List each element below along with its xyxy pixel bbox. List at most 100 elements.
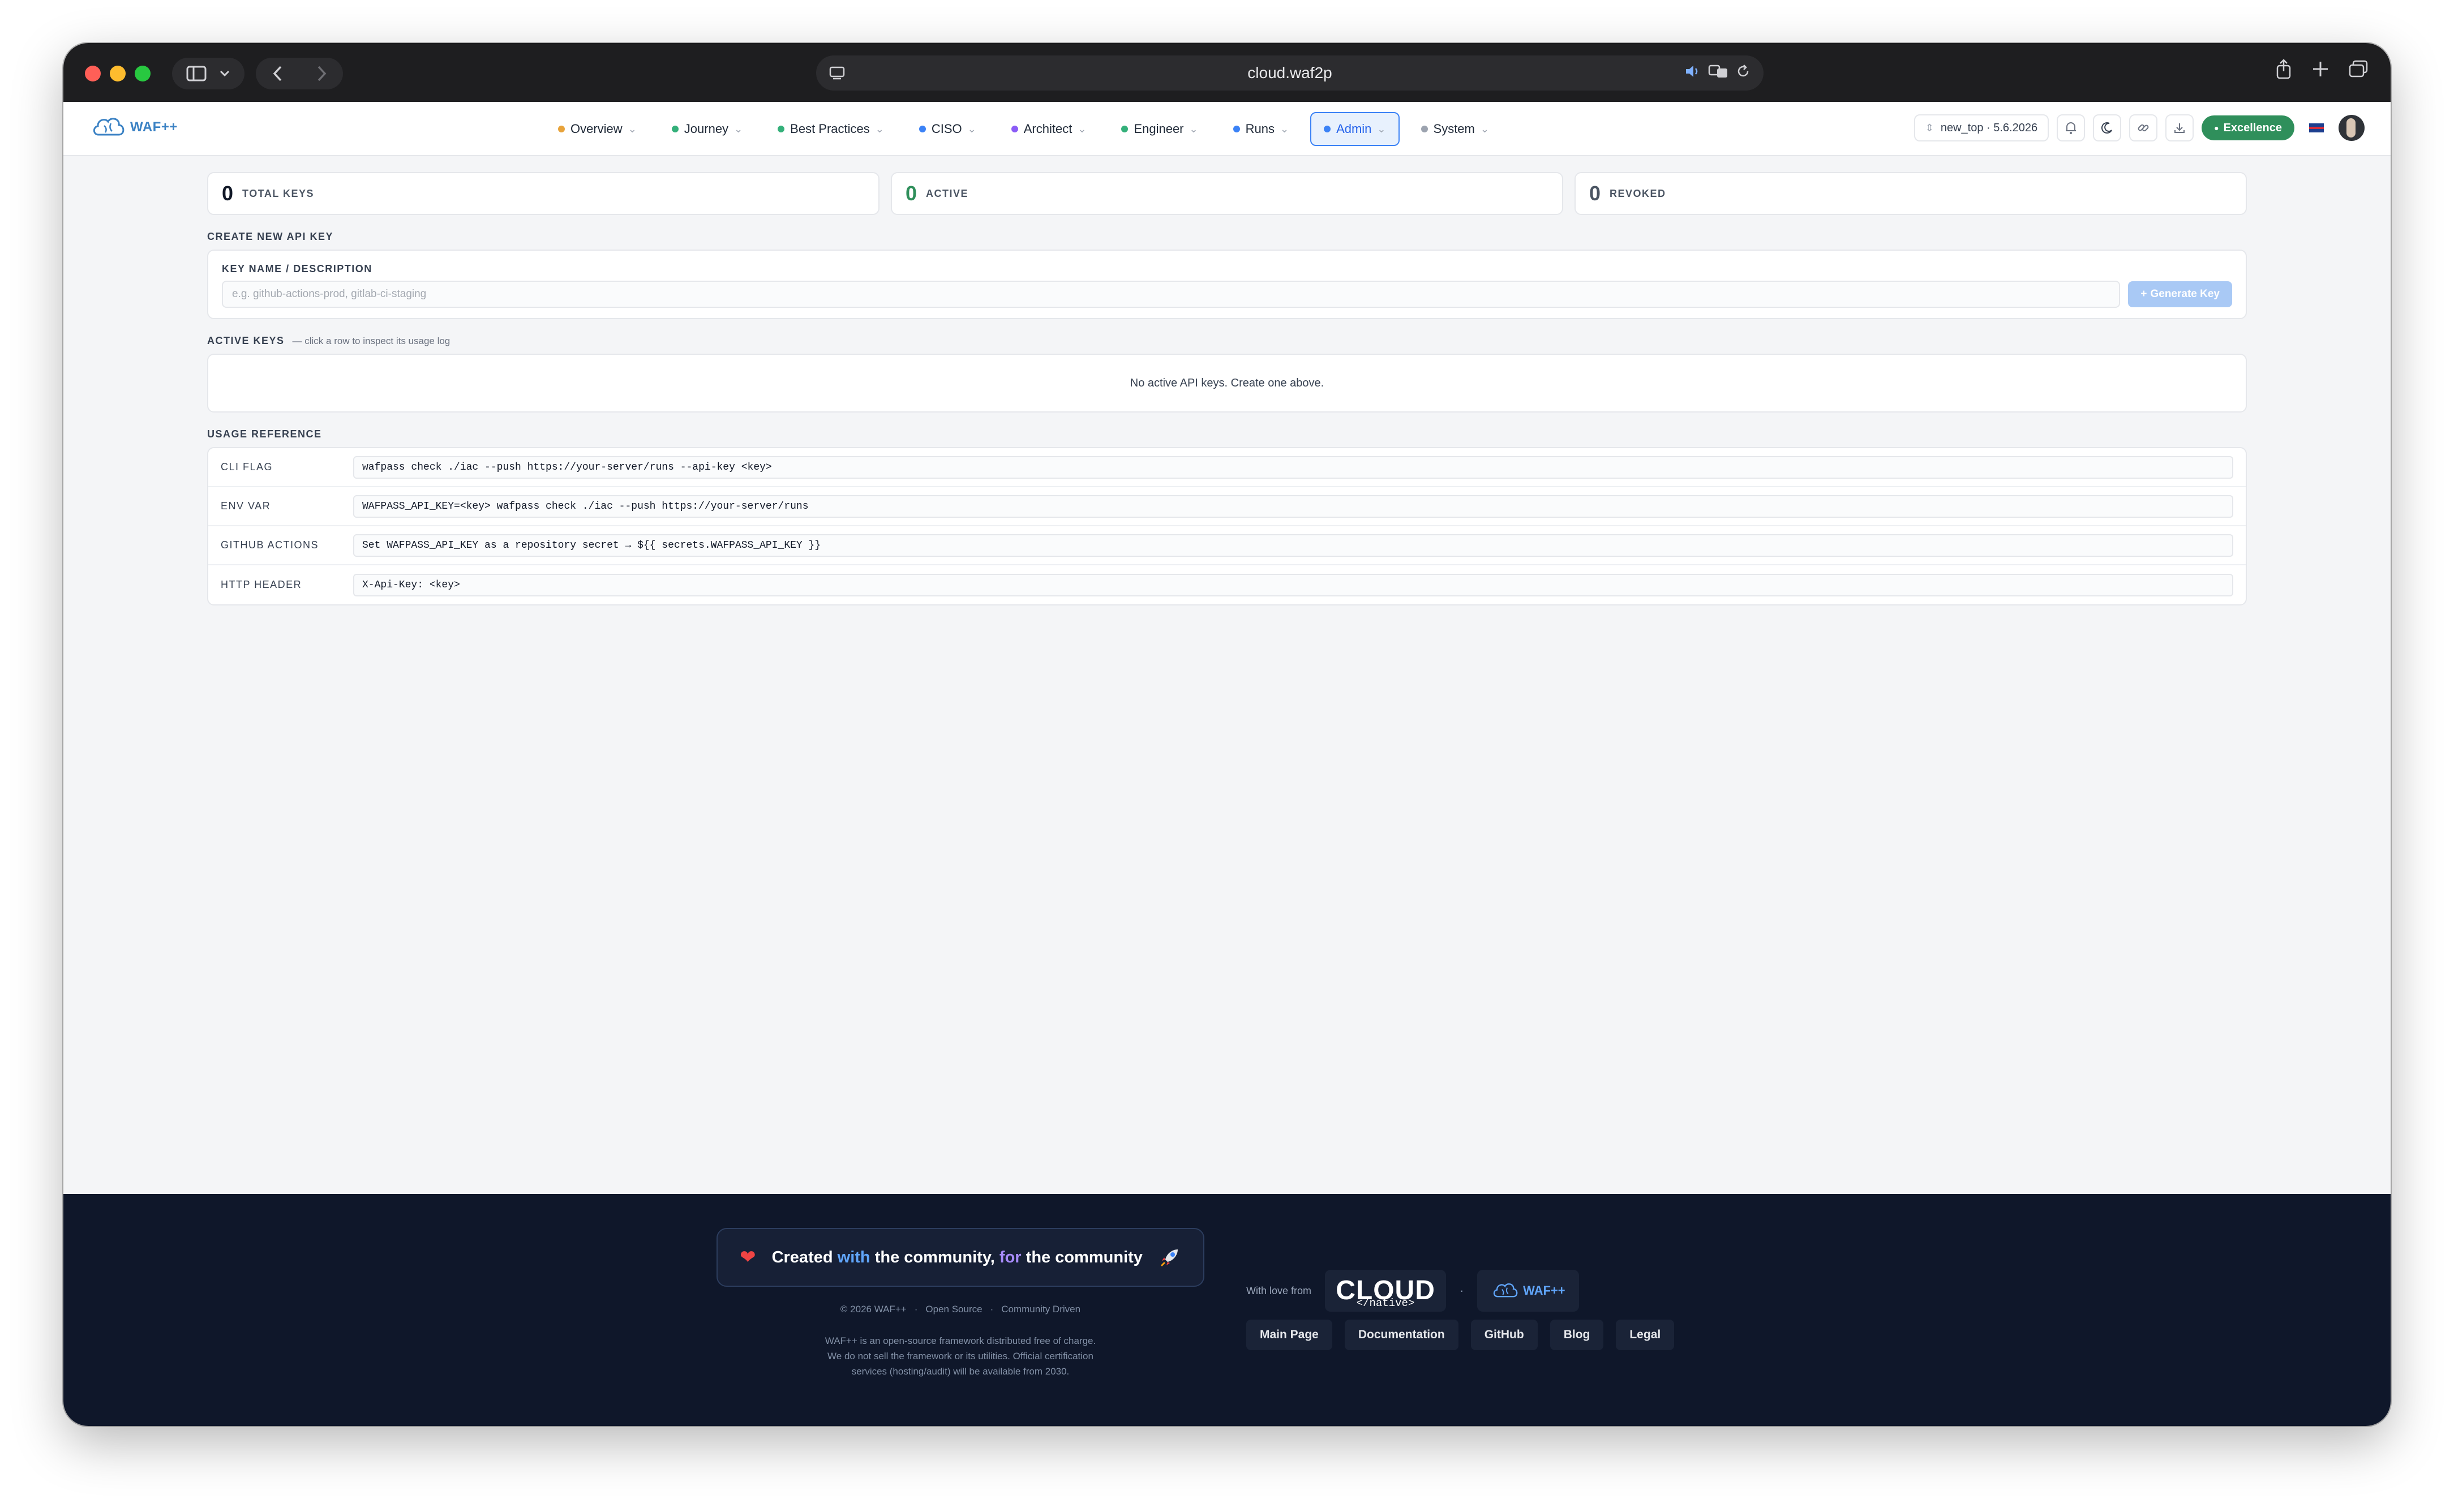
- usage-snippet[interactable]: WAFPASS_API_KEY=<key> wafpass check ./ia…: [353, 495, 2233, 518]
- share-icon[interactable]: [2275, 59, 2292, 79]
- nav-journey[interactable]: Journey ⌄: [658, 112, 756, 146]
- nav-overview[interactable]: Overview ⌄: [544, 112, 650, 146]
- chevron-down-icon: [220, 70, 230, 77]
- key-name-label: KEY NAME / DESCRIPTION: [222, 263, 372, 274]
- nav-dot: [778, 126, 785, 132]
- plus-icon: +: [2140, 288, 2147, 300]
- app-logo[interactable]: WAF++: [91, 113, 178, 141]
- banner-text: Created with the community, for the comm…: [772, 1248, 1143, 1267]
- forward-icon[interactable]: [316, 65, 327, 82]
- generate-key-label: Generate Key: [2150, 288, 2220, 300]
- avatar[interactable]: [2339, 115, 2365, 141]
- separator: ·: [1460, 1283, 1464, 1298]
- nav-architect[interactable]: Architect ⌄: [998, 112, 1100, 146]
- sidebar-toggle-button[interactable]: [172, 58, 244, 89]
- language-selector[interactable]: [2302, 114, 2331, 141]
- stat-value: 0: [1589, 182, 1601, 205]
- notifications-button[interactable]: [2057, 114, 2086, 141]
- community-label[interactable]: Community Driven: [1001, 1304, 1080, 1315]
- separator: ·: [990, 1304, 994, 1315]
- waf-footer-logo[interactable]: WAF++: [1477, 1270, 1580, 1312]
- cloud-native-logo[interactable]: CLOUD </native>: [1325, 1270, 1447, 1312]
- nav-ciso[interactable]: CISO ⌄: [906, 112, 990, 146]
- nav-label: Overview: [570, 122, 623, 136]
- love-label: With love from: [1246, 1285, 1312, 1296]
- uk-flag-icon: [2309, 123, 2324, 132]
- usage-snippet[interactable]: Set WAFPASS_API_KEY as a repository secr…: [353, 534, 2233, 557]
- chevron-down-icon: ⌄: [1377, 123, 1386, 135]
- sidebar-icon: [186, 66, 207, 81]
- active-keys-section-title: ACTIVE KEYS — click a row to inspect its…: [207, 335, 2247, 347]
- banner-part: the community,: [874, 1248, 995, 1266]
- nav-dot: [1121, 126, 1129, 132]
- footer-link-documentation[interactable]: Documentation: [1344, 1320, 1458, 1350]
- branch-selector[interactable]: ⇕ new_top · 5.6.2026: [1914, 114, 2049, 141]
- stat-active: 0 ACTIVE: [891, 172, 1563, 215]
- api-keys-page: 0 TOTAL KEYS 0 ACTIVE 0 REVOKED CREATE N…: [207, 172, 2247, 605]
- page-settings-icon[interactable]: [829, 65, 846, 81]
- active-keys-empty-state: No active API keys. Create one above.: [207, 354, 2247, 413]
- key-name-input[interactable]: [222, 281, 2121, 308]
- stats-row: 0 TOTAL KEYS 0 ACTIVE 0 REVOKED: [207, 172, 2247, 215]
- status-dot-icon: ●: [2214, 123, 2219, 132]
- maturity-label: Excellence: [2223, 121, 2282, 134]
- heart-icon: ❤: [740, 1247, 756, 1268]
- chevron-down-icon: ⌄: [875, 123, 884, 135]
- create-key-row: + Generate Key: [222, 281, 2232, 308]
- usage-snippet[interactable]: X-Api-Key: <key>: [353, 573, 2233, 596]
- browser-toolbar: cloud.waf2p: [63, 43, 2391, 102]
- nav-label: System: [1433, 122, 1475, 136]
- nav-label: Engineer: [1134, 122, 1184, 136]
- download-button[interactable]: [2165, 114, 2194, 141]
- community-banner: ❤ Created with the community, for the co…: [717, 1228, 1204, 1287]
- nav-label: Best Practices: [790, 122, 870, 136]
- reload-icon[interactable]: [1735, 63, 1751, 79]
- nav-dot: [671, 126, 679, 132]
- browser-actions: [2275, 59, 2368, 79]
- chevron-down-icon: ⌄: [967, 123, 976, 135]
- nav-dot: [1233, 126, 1240, 132]
- usage-key: HTTP HEADER: [221, 579, 302, 590]
- address-bar[interactable]: cloud.waf2p: [816, 55, 1764, 91]
- tab-overview-icon[interactable]: [2349, 60, 2368, 78]
- copyright: © 2026 WAF++: [840, 1304, 907, 1315]
- usage-snippet[interactable]: wafpass check ./iac --push https://your-…: [353, 456, 2233, 479]
- usage-key: GITHUB ACTIONS: [221, 539, 319, 551]
- chevron-down-icon: ⌄: [1280, 123, 1289, 135]
- cn-logo-subtext: </native>: [1356, 1297, 1415, 1309]
- usage-reference-card: CLI FLAG wafpass check ./iac --push http…: [207, 447, 2247, 605]
- generate-key-button[interactable]: + Generate Key: [2128, 281, 2232, 307]
- usage-key: ENV VAR: [221, 500, 271, 512]
- audio-icon[interactable]: [1684, 63, 1701, 79]
- nav-runs[interactable]: Runs ⌄: [1220, 112, 1302, 146]
- zoom-window-button[interactable]: [135, 66, 151, 81]
- copy-link-button[interactable]: [2129, 114, 2158, 141]
- stat-value: 0: [906, 182, 917, 205]
- nav-engineer[interactable]: Engineer ⌄: [1108, 112, 1211, 146]
- nav-system[interactable]: System ⌄: [1408, 112, 1503, 146]
- nav-admin[interactable]: Admin ⌄: [1310, 112, 1400, 146]
- new-tab-icon[interactable]: [2311, 60, 2329, 78]
- minimize-window-button[interactable]: [110, 66, 126, 81]
- logo-text: WAF++: [130, 119, 178, 135]
- footer-link-github[interactable]: GitHub: [1470, 1320, 1538, 1350]
- back-icon[interactable]: [272, 65, 284, 82]
- url-text: cloud.waf2p: [1247, 64, 1332, 81]
- open-source-label[interactable]: Open Source: [925, 1304, 982, 1315]
- footer-link-legal[interactable]: Legal: [1616, 1320, 1675, 1350]
- nav-best-practices[interactable]: Best Practices ⌄: [764, 112, 898, 146]
- maturity-badge[interactable]: ● Excellence: [2202, 115, 2294, 140]
- close-window-button[interactable]: [85, 66, 101, 81]
- separator: ·: [914, 1304, 918, 1315]
- banner-with: with: [837, 1248, 870, 1266]
- moon-icon: [2101, 122, 2113, 134]
- footer-link-main-page[interactable]: Main Page: [1246, 1320, 1332, 1350]
- footer-link-blog[interactable]: Blog: [1550, 1320, 1604, 1350]
- translate-icon[interactable]: [1708, 63, 1728, 79]
- updown-chevron-icon: ⇕: [1925, 122, 1934, 134]
- love-from-row: With love from CLOUD </native> · WAF++: [1246, 1270, 1580, 1312]
- banner-for: for: [999, 1248, 1022, 1266]
- chevron-down-icon: ⌄: [734, 123, 743, 135]
- nav-label: Admin: [1336, 122, 1372, 136]
- theme-toggle-button[interactable]: [2093, 114, 2122, 141]
